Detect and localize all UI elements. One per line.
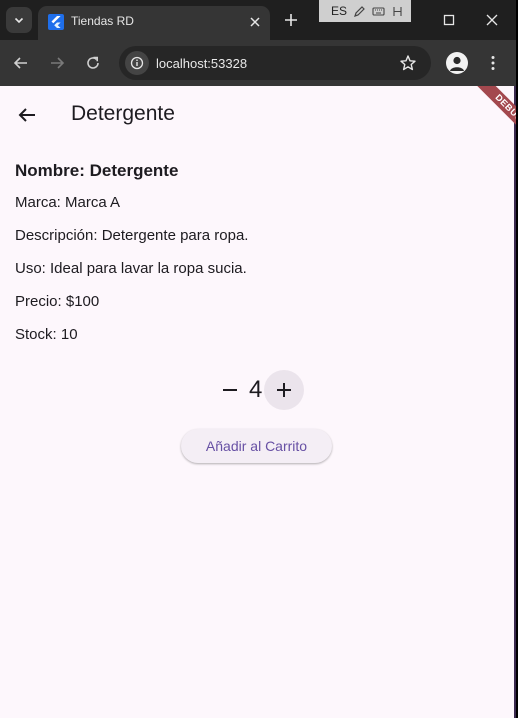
grip-icon [393,6,402,16]
chevron-down-icon [14,17,24,24]
maximize-icon[interactable] [441,12,457,28]
language-indicator[interactable]: ES [331,4,347,18]
pen-icon [354,5,365,17]
back-arrow-icon[interactable] [12,54,30,72]
site-info-button[interactable] [125,51,149,75]
keyboard-icon [372,6,385,16]
profile-avatar[interactable] [446,52,468,74]
bookmark-star-icon[interactable] [399,54,417,72]
forward-arrow-icon[interactable] [48,54,66,72]
browser-tab[interactable]: Tiendas RD [38,6,270,40]
info-icon [130,56,144,70]
close-icon[interactable] [248,15,262,29]
product-details: Nombre: Detergente Marca: Marca A Descri… [15,161,248,359]
browser-toolbar: localhost:53328 [0,40,516,86]
address-bar[interactable]: localhost:53328 [119,46,431,80]
decrement-button[interactable] [218,378,242,402]
url-text: localhost:53328 [156,56,248,71]
tab-title: Tiendas RD [71,14,134,28]
flutter-icon [48,14,64,30]
new-tab-icon[interactable] [283,12,299,28]
close-window-icon[interactable] [484,12,500,28]
debug-label: DEBUG [465,86,516,144]
reload-icon[interactable] [84,54,102,72]
product-brand: Marca: Marca A [15,194,121,211]
person-icon [450,56,464,71]
browser-window: Tiendas RD ES localhost:53328 Detergente… [0,0,516,718]
product-stock: Stock: 10 [15,326,78,343]
menu-dots-icon[interactable] [484,54,502,72]
debug-banner: DEBUG [436,86,516,144]
plus-icon [277,383,291,397]
product-use: Uso: Ideal para lavar la ropa sucia. [15,260,247,277]
tab-search-button[interactable] [6,7,32,33]
quantity-value: 4 [249,376,263,403]
product-name: Nombre: Detergente [15,161,179,180]
page-title: Detergente [71,102,175,125]
quantity-stepper: 4 [0,370,516,410]
tab-strip: Tiendas RD ES [0,0,516,40]
product-description: Descripción: Detergente para ropa. [15,227,249,244]
product-price: Precio: $100 [15,293,100,310]
add-to-cart-button[interactable]: Añadir al Carrito [181,429,332,463]
increment-button[interactable] [264,370,304,410]
system-tray: ES [319,0,411,22]
back-button[interactable] [15,103,39,127]
